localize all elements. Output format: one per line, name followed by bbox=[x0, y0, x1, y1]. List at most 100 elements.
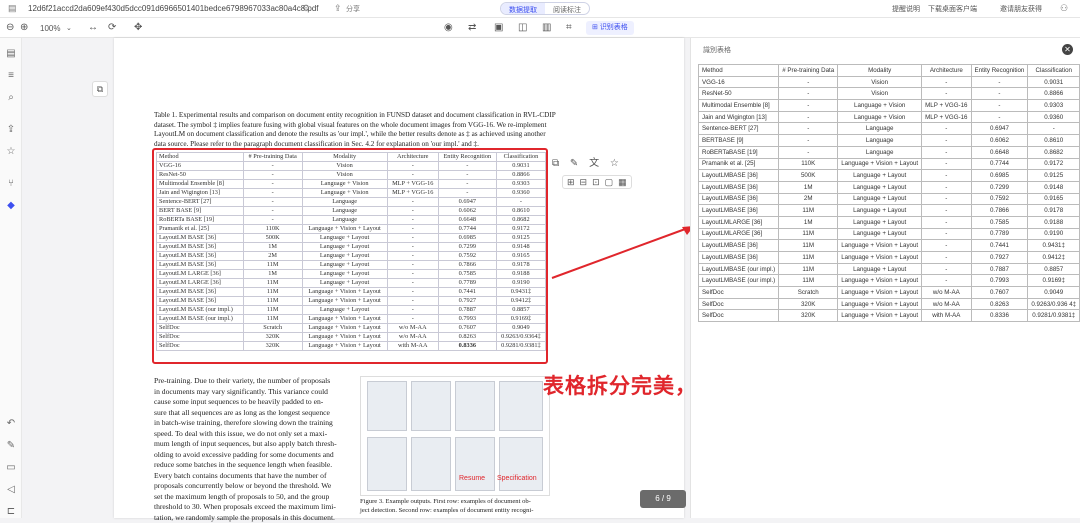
table-cell[interactable]: - bbox=[921, 157, 972, 171]
table-cell[interactable]: 0.7299 bbox=[970, 180, 1029, 194]
table-cell[interactable]: 0.9303 bbox=[1027, 99, 1080, 112]
table-cell[interactable]: Vision bbox=[837, 75, 923, 89]
table-cell[interactable]: 0.9172 bbox=[1027, 157, 1080, 171]
table-cell[interactable]: 0.7993 bbox=[970, 274, 1029, 288]
table-cell[interactable]: Language + Layout bbox=[837, 215, 923, 229]
translate-icon[interactable]: ⇄ bbox=[468, 22, 476, 33]
table-cell[interactable]: Language + Vision + Layout bbox=[837, 157, 923, 171]
table-cell[interactable]: BERTBASE [9] bbox=[697, 134, 780, 147]
table-cell[interactable]: Language + Layout bbox=[837, 180, 923, 194]
table-cell[interactable]: - bbox=[1027, 122, 1080, 136]
table-cell[interactable]: 1M bbox=[778, 215, 839, 229]
note-icon[interactable]: ✎ bbox=[5, 440, 17, 452]
copy-icon[interactable]: ⧉ bbox=[552, 158, 559, 169]
table-cell[interactable]: 0.9360 bbox=[1027, 110, 1080, 124]
table-cell[interactable]: Language + Layout bbox=[837, 192, 923, 206]
table-cell[interactable]: 0.8263 bbox=[970, 297, 1029, 311]
image-icon[interactable]: ▣ bbox=[494, 22, 503, 33]
table-cell[interactable]: 0.7607 bbox=[970, 286, 1029, 299]
invite-link[interactable]: 邀请朋友获得 bbox=[1000, 4, 1042, 14]
table-cell[interactable]: 0.9125 bbox=[1027, 169, 1080, 182]
translate-icon[interactable]: 文 bbox=[589, 158, 599, 169]
table-cell[interactable]: Language bbox=[837, 134, 923, 147]
split-rows-icon[interactable]: ⊞ bbox=[567, 177, 575, 187]
search-icon[interactable]: ⌕ bbox=[5, 92, 17, 104]
fit-width-icon[interactable]: ↔ bbox=[88, 22, 98, 33]
table-cell[interactable]: SelfDoc bbox=[697, 309, 780, 323]
table-cell[interactable]: 0.8682 bbox=[1027, 145, 1080, 159]
table-cell[interactable]: - bbox=[921, 239, 972, 252]
table-cell[interactable]: RoBERTaBASE [19] bbox=[697, 145, 780, 159]
table-cell[interactable]: 2M bbox=[778, 192, 839, 206]
table-cell[interactable]: 0.6947 bbox=[970, 122, 1029, 136]
table-cell[interactable]: 0.7789 bbox=[970, 227, 1029, 241]
table-cell[interactable]: - bbox=[778, 145, 839, 159]
table-cell[interactable]: - bbox=[921, 215, 972, 229]
table-cell[interactable]: LayoutLMBASE (our impl.) bbox=[697, 274, 780, 288]
zoom-in-icon[interactable]: ⊕ bbox=[20, 22, 28, 33]
table-cell[interactable]: 0.6062 bbox=[970, 134, 1029, 147]
share-icon[interactable]: ⇪ bbox=[334, 3, 342, 14]
app-logo-icon[interactable]: ◆ bbox=[5, 200, 17, 212]
table-cell[interactable]: 0.7744 bbox=[970, 157, 1029, 171]
table-cell[interactable]: - bbox=[921, 134, 972, 147]
table-cell[interactable]: 0.9431‡ bbox=[1027, 239, 1080, 252]
detected-table-highlight[interactable]: Method # Pre-training Data Modality Archite… bbox=[152, 148, 548, 364]
save-icon[interactable]: ▭ bbox=[5, 462, 17, 474]
table-cell[interactable]: 0.9165 bbox=[1027, 192, 1080, 206]
download-client-link[interactable]: 下载桌面客户端 bbox=[928, 4, 977, 14]
table-cell[interactable]: SelfDoc bbox=[697, 286, 780, 299]
table-cell[interactable]: - bbox=[921, 87, 972, 101]
table-cell[interactable]: Vision bbox=[837, 87, 923, 101]
user-icon[interactable]: ⚇ bbox=[1060, 3, 1068, 14]
table-cell[interactable]: 11M bbox=[778, 251, 839, 264]
star-icon[interactable]: ☆ bbox=[610, 158, 619, 169]
table-cell[interactable]: 0.7866 bbox=[970, 204, 1029, 217]
table-cell[interactable]: 11M bbox=[778, 239, 839, 252]
table-cell[interactable]: 11M bbox=[778, 227, 839, 241]
table-cell[interactable]: 0.9031 bbox=[1027, 75, 1080, 89]
table-cell[interactable]: - bbox=[970, 110, 1029, 124]
table-cell[interactable]: Language + Vision + Layout bbox=[837, 286, 923, 299]
ocr-table-button[interactable]: ⊞ 识别表格 bbox=[586, 21, 634, 35]
table-cell[interactable]: Language + Vision + Layout bbox=[837, 309, 923, 323]
table-cell[interactable]: Language + Vision + Layout bbox=[837, 251, 923, 264]
table-cell[interactable]: 11M bbox=[778, 274, 839, 288]
table-cell[interactable]: 0.9188 bbox=[1027, 215, 1080, 229]
table-cell[interactable]: - bbox=[921, 192, 972, 206]
table-cell[interactable]: 0.8336 bbox=[970, 309, 1029, 323]
table-cell[interactable]: Language + Layout bbox=[837, 169, 923, 182]
table-cell[interactable]: - bbox=[778, 134, 839, 147]
file-icon[interactable]: ▤ bbox=[5, 48, 17, 60]
table-cell[interactable]: LayoutLMBASE [36] bbox=[697, 204, 780, 217]
table-cell[interactable]: 11M bbox=[778, 204, 839, 217]
settings-icon[interactable]: ⚙ bbox=[302, 3, 310, 14]
screenshot-icon[interactable]: ◫ bbox=[518, 22, 527, 33]
layout-icon[interactable]: ▥ bbox=[542, 22, 551, 33]
table-cell[interactable]: - bbox=[970, 99, 1029, 112]
tab-read-annotate[interactable]: 阅读标注 bbox=[545, 3, 589, 14]
table-cell[interactable]: 110K bbox=[778, 157, 839, 171]
table-cell[interactable]: 0.8857 bbox=[1027, 262, 1080, 276]
page-indicator[interactable]: 6 / 9 bbox=[640, 490, 686, 508]
table-cell[interactable]: 0.8866 bbox=[1027, 87, 1080, 101]
table-cell[interactable]: 0.9169‡ bbox=[1027, 274, 1080, 288]
table-cell[interactable]: - bbox=[778, 110, 839, 124]
table-cell[interactable]: 0.7592 bbox=[970, 192, 1029, 206]
share-button[interactable]: 分享 bbox=[346, 4, 360, 14]
table-cell[interactable]: - bbox=[970, 75, 1029, 89]
table-cell[interactable]: Scratch bbox=[778, 286, 839, 299]
scan-icon[interactable]: ⌗ bbox=[566, 22, 572, 33]
rotate-icon[interactable]: ⟳ bbox=[108, 22, 116, 33]
table-cell[interactable]: - bbox=[970, 87, 1029, 101]
table-cell[interactable]: Language + Layout bbox=[837, 204, 923, 217]
table-cell[interactable]: - bbox=[921, 180, 972, 194]
table-cell[interactable]: 0.6985 bbox=[970, 169, 1029, 182]
undo-icon[interactable]: ↶ bbox=[5, 418, 17, 430]
table-cell[interactable]: 0.6648 bbox=[970, 145, 1029, 159]
table-cell[interactable]: Sentence-BERT [27] bbox=[697, 122, 780, 136]
tab-data-extract[interactable]: 数据提取 bbox=[501, 3, 545, 14]
table-cell[interactable]: Language + Vision + Layout bbox=[837, 239, 923, 252]
table-cell[interactable]: LayoutLMLARGE [36] bbox=[697, 227, 780, 241]
table-cell[interactable]: 320K bbox=[778, 309, 839, 323]
